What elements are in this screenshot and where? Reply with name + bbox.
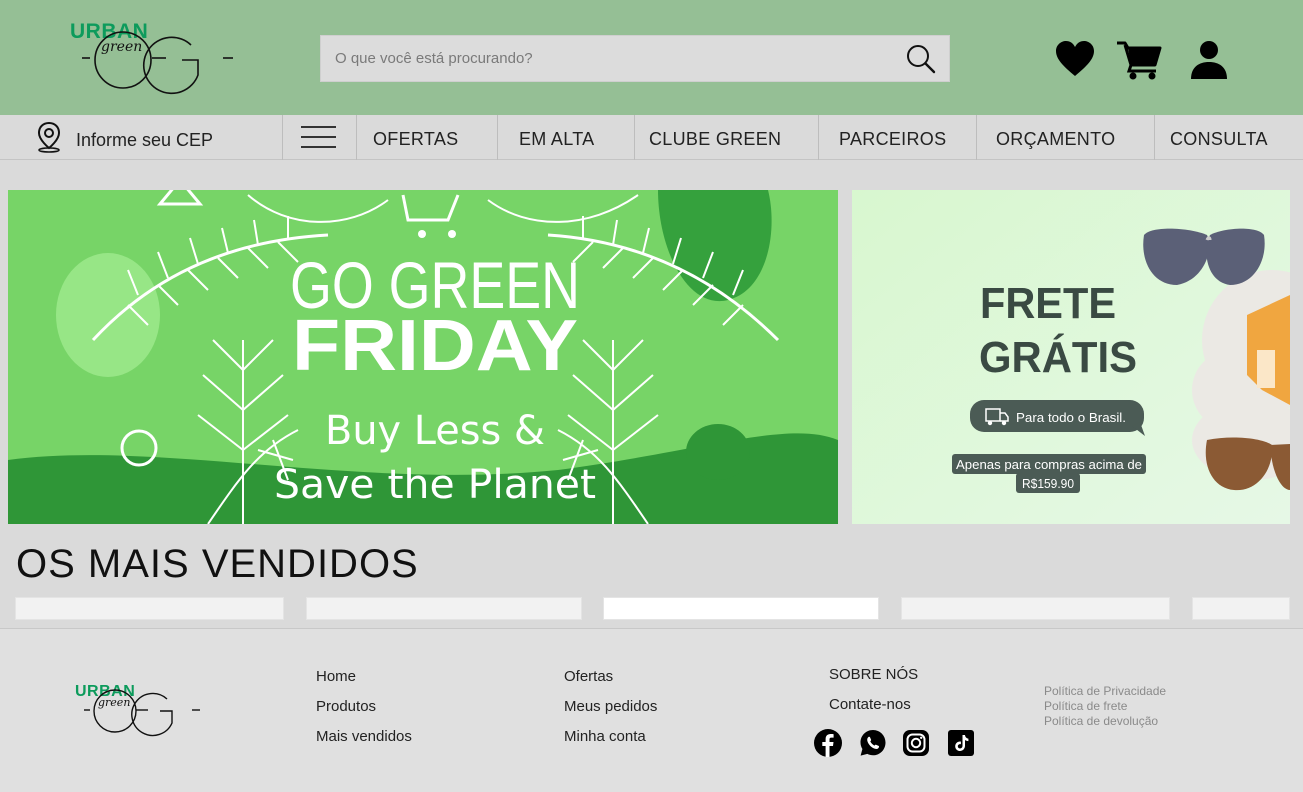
banner-line-4: Save the Planet xyxy=(274,462,596,508)
frete-note-1: Apenas para compras acima de xyxy=(956,457,1142,472)
frete-line-1: FRETE xyxy=(980,279,1116,328)
glasses-icon xyxy=(82,31,233,95)
product-card[interactable] xyxy=(603,597,879,620)
footer-link-minha-conta[interactable]: Minha conta xyxy=(564,728,646,745)
product-card[interactable] xyxy=(901,597,1170,620)
location-pin-icon xyxy=(37,121,61,153)
header: URBAN green xyxy=(0,0,1303,115)
hamburger-icon xyxy=(301,136,336,138)
footer-link-devolucao[interactable]: Política de devolução xyxy=(1044,714,1158,728)
footer: URBAN green Home Produtos Mais vendidos … xyxy=(0,628,1303,792)
best-sellers-title: OS MAIS VENDIDOS xyxy=(16,542,419,586)
product-card[interactable] xyxy=(15,597,284,620)
glasses-icon xyxy=(84,689,200,737)
go-green-friday-banner[interactable]: GO GREEN FRIDAY Buy Less & Save the Plan… xyxy=(8,190,838,524)
instagram-icon[interactable] xyxy=(902,729,930,757)
footer-link-frete[interactable]: Política de frete xyxy=(1044,699,1127,713)
footer-link-contate-nos[interactable]: Contate-nos xyxy=(829,696,911,713)
facebook-icon[interactable] xyxy=(814,729,842,757)
footer-link-produtos[interactable]: Produtos xyxy=(316,698,376,715)
product-card[interactable] xyxy=(306,597,582,620)
nav-item-consulta[interactable]: CONSULTA xyxy=(1170,115,1268,160)
whatsapp-icon[interactable] xyxy=(859,729,887,757)
nav-item-ofertas[interactable]: OFERTAS xyxy=(373,115,458,160)
footer-link-mais-vendidos[interactable]: Mais vendidos xyxy=(316,728,412,745)
frete-pill-text: Para todo o Brasil. xyxy=(1016,410,1126,425)
logo[interactable]: URBAN green xyxy=(68,20,238,95)
banner-line-3: Buy Less & xyxy=(325,408,545,454)
nav-divider xyxy=(634,115,635,160)
nav-item-em-alta[interactable]: EM ALTA xyxy=(519,115,594,160)
nav-bar: Informe seu CEP OFERTAS EM ALTA CLUBE GR… xyxy=(0,115,1303,160)
menu-button[interactable] xyxy=(283,115,357,160)
nav-item-clube-green[interactable]: CLUBE GREEN xyxy=(649,115,781,160)
nav-item-orcamento[interactable]: ORÇAMENTO xyxy=(996,115,1115,160)
heart-icon[interactable] xyxy=(1055,40,1095,78)
banner-line-2: FRIDAY xyxy=(292,306,578,386)
nav-item-parceiros[interactable]: PARCEIROS xyxy=(839,115,946,160)
footer-link-ofertas[interactable]: Ofertas xyxy=(564,668,613,685)
search-icon[interactable] xyxy=(905,43,937,75)
hamburger-icon xyxy=(301,126,336,128)
tiktok-icon[interactable] xyxy=(947,729,975,757)
nav-divider xyxy=(976,115,977,160)
hamburger-icon xyxy=(301,146,336,148)
frete-line-2: GRÁTIS xyxy=(979,332,1137,382)
banner-illustration: GO GREEN FRIDAY Buy Less & Save the Plan… xyxy=(8,190,838,524)
footer-link-meus-pedidos[interactable]: Meus pedidos xyxy=(564,698,657,715)
product-card[interactable] xyxy=(1192,597,1290,620)
frete-gratis-banner[interactable]: FRETE GRÁTIS Para todo o Brasil. Apenas … xyxy=(852,190,1290,524)
footer-link-sobre-nos[interactable]: SOBRE NÓS xyxy=(829,666,918,683)
footer-link-home[interactable]: Home xyxy=(316,668,356,685)
frete-illustration: FRETE GRÁTIS Para todo o Brasil. Apenas … xyxy=(852,190,1290,524)
footer-link-privacidade[interactable]: Política de Privacidade xyxy=(1044,684,1166,698)
cart-icon[interactable] xyxy=(1116,40,1162,80)
search-bar xyxy=(320,35,950,82)
nav-divider xyxy=(497,115,498,160)
user-icon[interactable] xyxy=(1189,40,1229,80)
cep-label: Informe seu CEP xyxy=(76,130,214,150)
frete-note-2: R$159.90 xyxy=(1022,476,1074,491)
cep-button[interactable]: Informe seu CEP xyxy=(0,115,283,160)
search-input[interactable] xyxy=(321,36,891,81)
nav-divider xyxy=(818,115,819,160)
nav-divider xyxy=(1154,115,1155,160)
footer-logo[interactable]: URBAN green xyxy=(74,683,204,741)
